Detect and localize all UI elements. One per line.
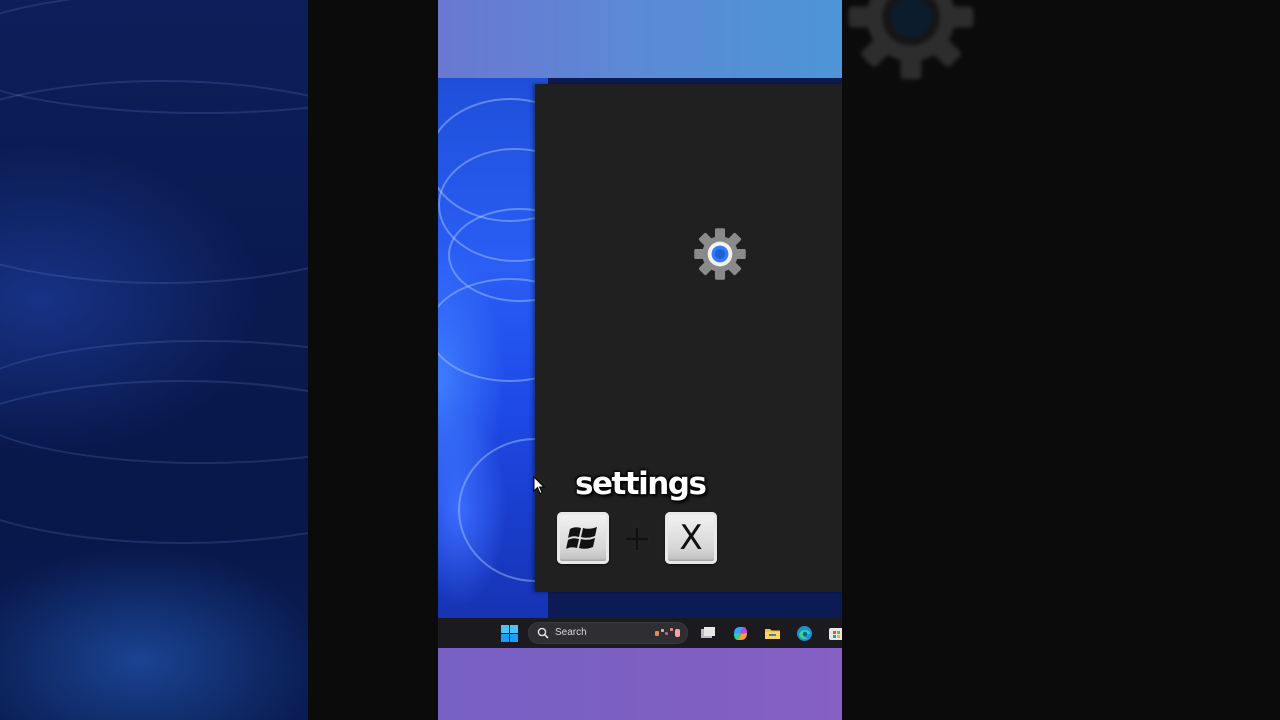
task-view-icon[interactable] [700, 625, 717, 642]
windows-start-icon[interactable] [501, 625, 518, 642]
bottom-banner [438, 648, 842, 720]
wallpaper-bloom [438, 78, 612, 618]
blurred-background-left [0, 0, 308, 720]
mouse-cursor-icon [533, 476, 546, 495]
taskbar: Search [438, 618, 842, 648]
top-banner [438, 0, 842, 78]
blurred-gear-icon [848, 0, 974, 80]
background-gap [308, 0, 438, 720]
desktop: settings + X [438, 78, 842, 618]
taskbar-search-box[interactable]: Search [528, 622, 688, 644]
windows-logo-icon [566, 527, 597, 549]
wallpaper-wave [0, 380, 308, 544]
wallpaper-wave [0, 80, 308, 284]
settings-gear-icon [694, 228, 746, 280]
video-frame: settings + X Search [438, 0, 842, 720]
settings-splash-window: settings + X [535, 84, 842, 592]
x-key: X [665, 512, 717, 564]
edge-icon[interactable] [796, 625, 813, 642]
search-icon [537, 627, 549, 639]
search-placeholder: Search [555, 627, 587, 638]
store-icon[interactable] [828, 625, 842, 642]
windows-key [557, 512, 609, 564]
file-explorer-icon[interactable] [764, 625, 781, 642]
copilot-icon[interactable] [732, 625, 749, 642]
plus-sign: + [621, 518, 653, 559]
search-highlight-icon [655, 628, 680, 637]
caption-text: settings [575, 466, 707, 502]
blurred-background-right [842, 0, 1280, 720]
